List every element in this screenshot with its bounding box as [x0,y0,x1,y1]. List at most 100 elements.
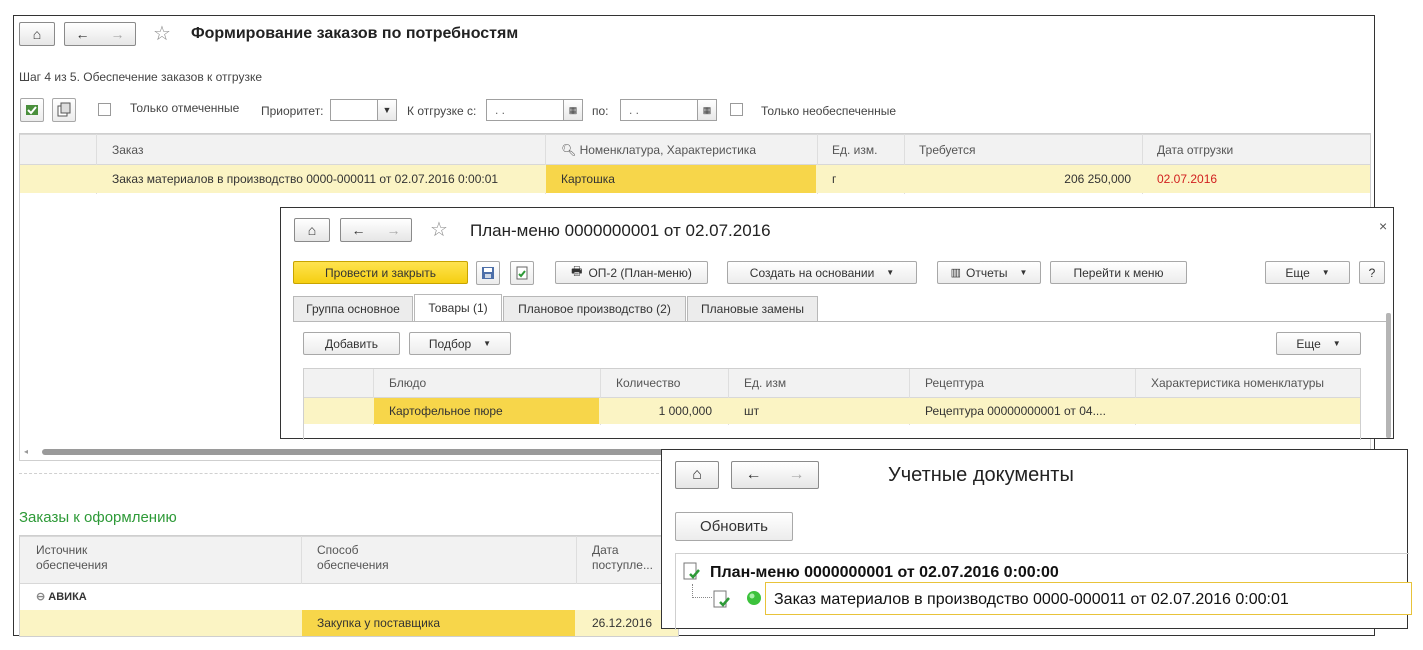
col-qty-header[interactable]: Количество [616,376,680,390]
forward-icon[interactable]: → [100,23,135,45]
splitter[interactable] [19,473,669,474]
scroll-left-icon[interactable]: ◂ [24,447,28,456]
step-label: Шаг 4 из 5. Обеспечение заказов к отгруз… [19,70,262,84]
back-icon[interactable]: ← [65,23,100,45]
vertical-scrollbar[interactable] [1386,313,1391,438]
copy-button[interactable] [52,98,76,122]
col-shipdate-header[interactable]: Дата отгрузки [1157,143,1233,157]
group-label: АВИКА [48,591,87,603]
documents-tree: План-меню 0000000001 от 02.07.2016 0:00:… [675,553,1412,630]
reports-button[interactable]: ▥ Отчеты ▼ [937,261,1041,284]
select-button[interactable]: Подбор ▼ [409,332,511,355]
col-dish-header[interactable]: Блюдо [389,376,426,390]
chevron-down-icon: ▼ [1019,268,1028,277]
ship-to-calendar[interactable]: ▦ [697,99,717,121]
document-post-icon [516,266,528,280]
tree-root-item[interactable]: План-меню 0000000001 от 02.07.2016 0:00:… [710,564,1059,582]
chevron-down-icon: ▼ [1332,339,1341,348]
home-button[interactable]: ⌂ [294,218,330,242]
tab-goods[interactable]: Товары (1) [414,294,502,321]
only-marked-checkbox[interactable] [98,103,111,116]
post-and-close-button[interactable]: Провести и закрыть [293,261,468,284]
reports-label: Отчеты [966,265,1008,280]
save-icon [482,267,494,279]
edit-check-button[interactable] [20,98,44,122]
create-based-button[interactable]: Создать на основании ▼ [727,261,917,284]
back-icon[interactable]: ← [732,462,775,488]
priority-select[interactable] [330,99,378,121]
home-icon: ⌂ [307,222,317,238]
back-icon[interactable]: ← [341,219,376,241]
goto-menu-button[interactable]: Перейти к меню [1050,261,1187,284]
col-method-header[interactable]: Способ обеспечения [317,543,389,573]
chevron-down-icon: ▼ [382,105,392,115]
row-method: Закупка у поставщика [317,616,441,630]
star-icon[interactable]: ☆ [153,24,171,44]
ship-to-field[interactable]: . . [620,99,698,121]
nav-buttons: ← → [340,218,412,242]
save-button[interactable] [476,261,500,285]
tab-planned-replacements[interactable]: Плановые замены [687,296,818,321]
page-title: Формирование заказов по потребностям [191,25,519,42]
col-order-header[interactable]: Заказ [112,143,143,157]
home-button[interactable]: ⌂ [675,461,719,489]
tree-connector [692,584,712,598]
more-label: Еще [1285,265,1310,280]
chevron-down-icon: ▼ [886,268,895,277]
row-unit: шт [744,404,760,418]
check-edit-icon [26,105,38,115]
help-button[interactable]: ? [1359,261,1385,284]
star-icon[interactable]: ☆ [430,220,448,240]
post-button[interactable] [510,261,534,285]
row-required: 206 250,000 [1064,172,1131,186]
print-op2-button[interactable]: 🖶 ОП-2 (План-меню) [555,261,708,284]
tree-child-item: Заказ материалов в производство 0000-000… [774,591,1289,608]
row-qty: 1 000,000 [658,404,712,418]
accounting-docs-window: ⌂ ← → Учетные документы Обновить План-ме… [661,449,1412,630]
orders-section-title: Заказы к оформлению [19,509,177,526]
forward-icon[interactable]: → [376,219,411,241]
more-button[interactable]: Еще ▼ [1265,261,1350,284]
calendar-icon: ▦ [568,104,578,115]
tab-planned-production[interactable]: Плановое производство (2) [503,296,686,321]
only-unsecured-label: Только необеспеченные [761,104,897,118]
priority-dropdown-button[interactable]: ▼ [377,99,397,121]
col-required-header[interactable]: Требуется [919,143,975,157]
close-icon[interactable]: × [1379,218,1387,234]
horizontal-scrollbar[interactable] [42,449,702,455]
col-recipe-header[interactable]: Рецептура [925,376,984,390]
col-unit-header[interactable]: Ед. изм. [832,143,877,157]
divider [301,536,302,584]
row-dish: Картофельное пюре [389,404,503,418]
col-nomenclature-header[interactable]: 🔍︎ Номенклатура, Характеристика [561,143,756,157]
document-icon [683,562,700,580]
tab-main-group[interactable]: Группа основное [293,296,413,321]
refresh-button[interactable]: Обновить [675,512,793,541]
only-unsecured-checkbox[interactable] [730,103,743,116]
ship-from-calendar[interactable]: ▦ [563,99,583,121]
select-label: Подбор [428,336,472,351]
collapse-icon[interactable]: ⊖ [36,591,45,603]
goods-grid: Блюдо Количество Ед. изм Рецептура Харак… [303,368,1361,440]
home-button[interactable]: ⌂ [19,22,55,46]
col-unit-header[interactable]: Ед. изм [744,376,786,390]
nav-buttons: ← → [64,22,136,46]
accounting-docs-title: Учетные документы [888,464,1074,486]
group-row[interactable]: ⊖ АВИКА [36,590,87,603]
col-characteristic-header[interactable]: Характеристика номенклатуры [1151,376,1324,390]
home-icon: ⌂ [692,466,702,483]
print-icon: 🖶 [571,264,583,278]
priority-label: Приоритет: [261,104,324,118]
chevron-down-icon: ▼ [483,339,492,348]
forward-icon[interactable]: → [775,462,818,488]
create-based-label: Создать на основании [749,265,875,280]
ship-from-field[interactable]: . . [486,99,564,121]
col-date-header[interactable]: Дата поступле... [592,543,653,573]
report-icon: ▥ [950,267,961,279]
document-icon [713,590,730,608]
col-source-header[interactable]: Источник обеспечения [36,543,108,573]
row-order: Заказ материалов в производство 0000-000… [112,172,499,186]
grid-more-button[interactable]: Еще ▼ [1276,332,1361,355]
add-button[interactable]: Добавить [303,332,400,355]
divider [576,536,577,584]
